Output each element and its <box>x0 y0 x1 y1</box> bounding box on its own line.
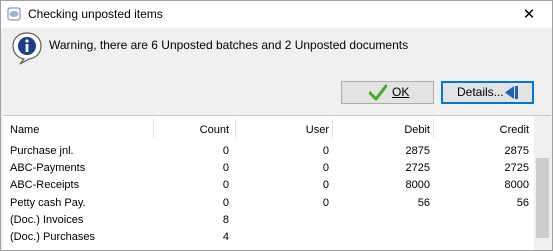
cell-name: Purchase jnl. <box>10 145 74 157</box>
ok-button-label: OK <box>392 85 410 99</box>
column-header-count[interactable]: Count <box>163 123 229 137</box>
cell-user: 0 <box>322 145 329 157</box>
dialog-window: Checking unposted items ✕ Warning, there… <box>0 0 553 251</box>
cell-debit: 8000 <box>405 179 430 191</box>
unposted-items-grid[interactable]: Name Count User Debit Credit Purchase jn… <box>3 115 551 250</box>
column-divider <box>153 118 154 138</box>
column-divider <box>332 118 333 138</box>
info-icon <box>12 32 42 65</box>
cell-debit: 2725 <box>405 162 430 174</box>
cell-count: 8 <box>222 214 229 226</box>
details-button[interactable]: Details... <box>441 81 534 104</box>
close-icon: ✕ <box>522 6 536 23</box>
cell-count: 0 <box>222 145 229 157</box>
cell-name: (Doc.) Purchases <box>10 231 95 243</box>
cell-count: 0 <box>222 162 229 174</box>
title-bar: Checking unposted items ✕ <box>1 1 552 28</box>
grid-header: Name Count User Debit Credit <box>3 116 533 142</box>
column-header-name[interactable]: Name <box>10 123 39 137</box>
cell-credit: 56 <box>516 197 529 209</box>
cell-credit: 8000 <box>504 179 529 191</box>
cell-user: 0 <box>322 179 329 191</box>
column-header-debit[interactable]: Debit <box>339 123 430 137</box>
message-area: Warning, there are 6 Unposted batches an… <box>1 28 552 68</box>
close-button[interactable]: ✕ <box>506 1 552 28</box>
cell-name: (Doc.) Invoices <box>10 214 84 226</box>
column-divider <box>235 118 236 138</box>
details-button-label: Details... <box>457 85 504 99</box>
column-header-credit[interactable]: Credit <box>439 123 529 137</box>
arrow-left-icon <box>505 86 518 99</box>
cell-debit: 56 <box>417 197 430 209</box>
cell-user: 0 <box>322 162 329 174</box>
cell-name: Petty cash Pay. <box>10 197 86 209</box>
cell-debit: 2875 <box>405 145 430 157</box>
scrollbar-thumb[interactable] <box>536 158 549 238</box>
cell-count: 0 <box>222 179 229 191</box>
cell-user: 0 <box>322 197 329 209</box>
column-divider <box>433 118 434 138</box>
column-header-user[interactable]: User <box>243 123 329 137</box>
window-title: Checking unposted items <box>28 7 163 21</box>
cell-name: ABC-Receipts <box>10 179 80 191</box>
cell-name: ABC-Payments <box>10 162 86 174</box>
cell-credit: 2725 <box>504 162 529 174</box>
cell-count: 4 <box>222 231 229 243</box>
cell-count: 0 <box>222 197 229 209</box>
checkmark-icon <box>369 84 387 101</box>
app-icon <box>7 7 21 21</box>
vertical-scrollbar[interactable] <box>534 116 551 250</box>
warning-message: Warning, there are 6 Unposted batches an… <box>49 38 409 52</box>
ok-button[interactable]: OK <box>341 81 434 104</box>
cell-credit: 2875 <box>504 145 529 157</box>
